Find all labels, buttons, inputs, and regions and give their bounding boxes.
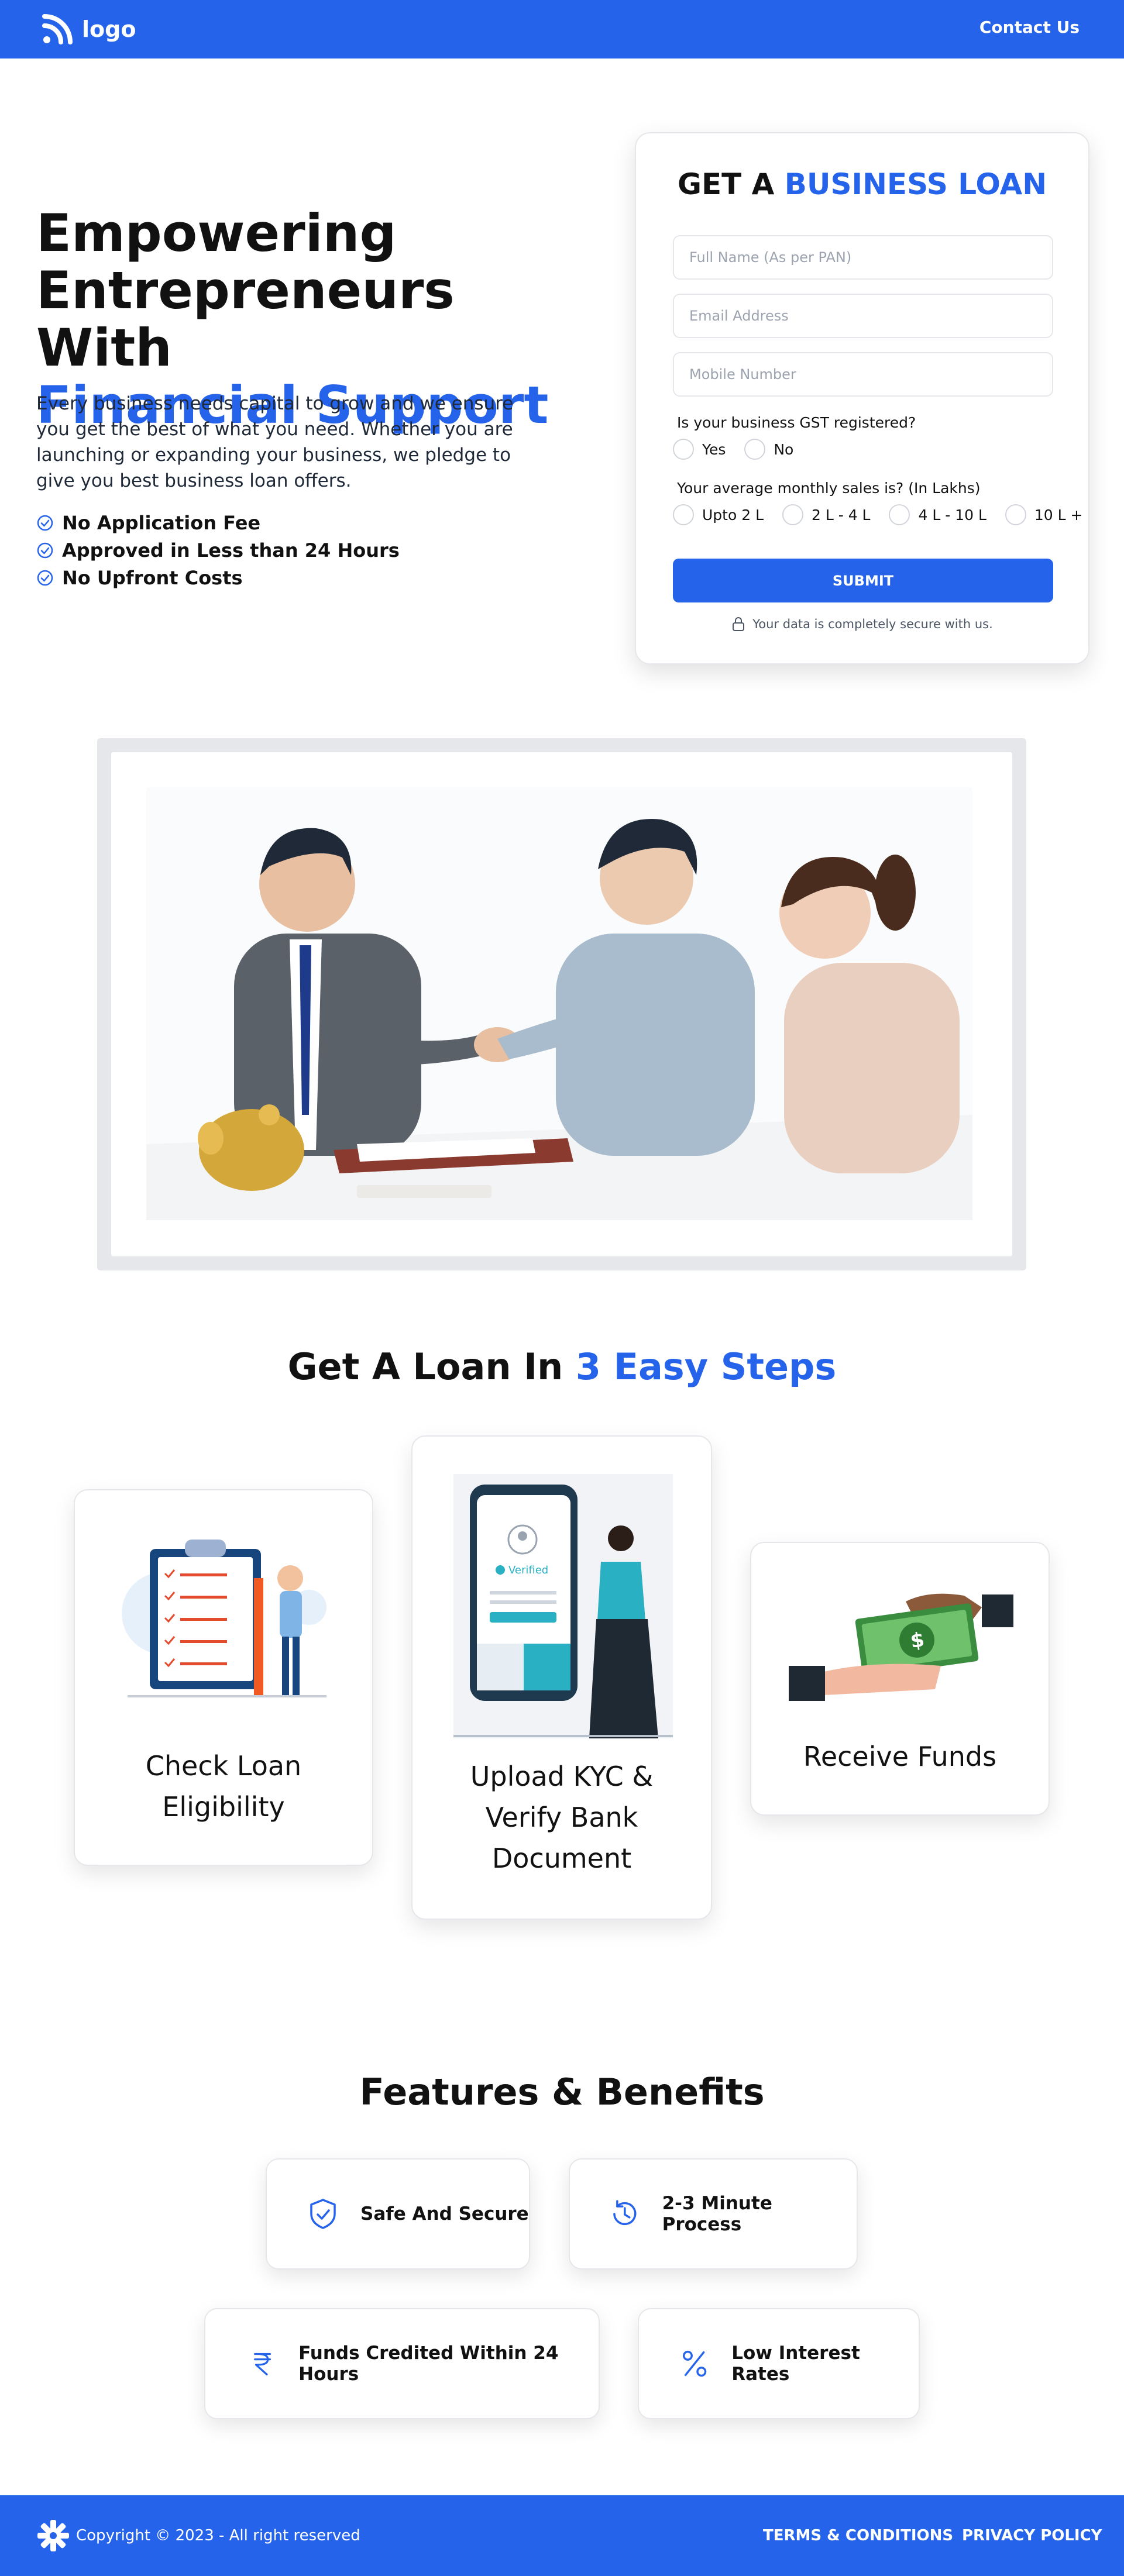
lock-icon bbox=[733, 617, 745, 631]
copyright-text: Copyright © 2023 - All right reserved bbox=[76, 2527, 360, 2544]
bullet-text: No Application Fee bbox=[62, 511, 261, 534]
radio-circle[interactable] bbox=[782, 504, 803, 525]
radio-label: No bbox=[774, 440, 794, 458]
feature-label: Low Interest Rates bbox=[731, 2343, 860, 2385]
verified-badge: Verified bbox=[508, 1564, 548, 1576]
submit-button[interactable]: SUBMIT bbox=[673, 559, 1053, 602]
contact-us-link[interactable]: Contact Us bbox=[979, 18, 1080, 37]
radio-circle[interactable] bbox=[889, 504, 910, 525]
feature-label: Funds Credited Within 24 Hours bbox=[298, 2343, 559, 2385]
step-card-receive-funds: $ Receive Funds bbox=[750, 1542, 1050, 1816]
bullet-item: No Upfront Costs bbox=[36, 564, 400, 591]
secure-note-text: Your data is completely secure with us. bbox=[752, 617, 993, 631]
hero-photo-frame bbox=[97, 738, 1026, 1270]
feature-card-safe-secure: Safe And Secure bbox=[266, 2158, 530, 2270]
sales-question: Your average monthly sales is? (In Lakhs… bbox=[677, 480, 981, 497]
bullet-text: Approved in Less than 24 Hours bbox=[62, 539, 400, 562]
radio-circle[interactable] bbox=[673, 504, 694, 525]
bullet-item: No Application Fee bbox=[36, 509, 400, 536]
mobile-input[interactable] bbox=[673, 352, 1053, 397]
step-label: Upload KYC & Verify Bank Document bbox=[413, 1756, 711, 1879]
steps-title-prefix: Get A Loan In bbox=[287, 1345, 563, 1388]
gst-radio-group: Yes No bbox=[673, 439, 812, 460]
feature-label: Safe And Secure bbox=[360, 2203, 529, 2224]
logo-icon bbox=[42, 14, 73, 44]
bullet-item: Approved in Less than 24 Hours bbox=[36, 536, 400, 564]
radio-circle[interactable] bbox=[1005, 504, 1026, 525]
loan-application-form: GET A BUSINESS LOAN Is your business GST… bbox=[635, 132, 1089, 664]
feature-card-quick-process: 2-3 Minute Process bbox=[569, 2158, 858, 2270]
radio-label: 10 L + bbox=[1034, 506, 1083, 524]
clock-history-icon bbox=[613, 2200, 637, 2226]
gst-radio-no[interactable]: No bbox=[744, 439, 793, 460]
percent-icon bbox=[682, 2350, 707, 2377]
footer: Copyright © 2023 - All right reserved TE… bbox=[0, 2495, 1124, 2576]
check-circle-icon bbox=[37, 515, 53, 531]
form-title-prefix: GET A bbox=[677, 167, 775, 201]
sales-radio-4l-10l[interactable]: 4 L - 10 L bbox=[889, 504, 986, 525]
feature-label: 2-3 Minute Process bbox=[662, 2193, 772, 2235]
radio-label: Upto 2 L bbox=[702, 506, 764, 524]
gst-radio-yes[interactable]: Yes bbox=[673, 439, 726, 460]
radio-circle[interactable] bbox=[673, 439, 694, 460]
radio-circle[interactable] bbox=[744, 439, 766, 460]
step-label-line2: Eligibility bbox=[162, 1791, 285, 1823]
sales-radio-10l-plus[interactable]: 10 L + bbox=[1005, 504, 1083, 525]
radio-label: Yes bbox=[702, 440, 726, 458]
logo-text: logo bbox=[82, 16, 136, 42]
sales-radio-2l-4l[interactable]: 2 L - 4 L bbox=[782, 504, 870, 525]
bullet-text: No Upfront Costs bbox=[62, 566, 243, 589]
form-title: GET A BUSINESS LOAN bbox=[636, 167, 1088, 201]
step-label-line1: Upload KYC & bbox=[470, 1761, 654, 1792]
top-nav-bar: logo Contact Us bbox=[0, 0, 1124, 58]
full-name-input[interactable] bbox=[673, 235, 1053, 280]
hero-title-line2: Entrepreneurs With bbox=[36, 260, 455, 378]
terms-link[interactable]: TERMS & CONDITIONS bbox=[763, 2527, 953, 2544]
step-label: Check Loan Eligibility bbox=[75, 1745, 372, 1827]
money-handoff-icon: $ bbox=[789, 1593, 1013, 1701]
feature-card-low-interest: Low Interest Rates bbox=[638, 2308, 920, 2419]
footer-logo-icon bbox=[37, 2520, 69, 2551]
hero-photo-inner bbox=[111, 752, 1012, 1256]
sales-radio-group: Upto 2 L 2 L - 4 L 4 L - 10 L 10 L + bbox=[673, 504, 1082, 525]
step-label-line1: Check Loan bbox=[145, 1750, 302, 1782]
shield-check-icon bbox=[310, 2199, 336, 2229]
steps-title-highlight: 3 Easy Steps bbox=[575, 1345, 837, 1388]
secure-note: Your data is completely secure with us. bbox=[636, 617, 1088, 632]
step-card-upload-kyc: Verified Upload KYC & Verify Bank Docume… bbox=[411, 1435, 712, 1920]
hero-bullet-list: No Application Fee Approved in Less than… bbox=[36, 509, 400, 591]
rupee-icon bbox=[254, 2353, 271, 2375]
feature-card-funds-credited: Funds Credited Within 24 Hours bbox=[204, 2308, 600, 2419]
sales-radio-upto-2l[interactable]: Upto 2 L bbox=[673, 504, 764, 525]
check-circle-icon bbox=[37, 542, 53, 558]
email-input[interactable] bbox=[673, 294, 1053, 338]
business-handshake-photo bbox=[146, 787, 972, 1220]
radio-label: 4 L - 10 L bbox=[918, 506, 986, 524]
kyc-phone-icon: Verified bbox=[453, 1474, 673, 1738]
step-label-line3: Document bbox=[491, 1843, 632, 1874]
step-label: Receive Funds bbox=[803, 1741, 997, 1772]
logo[interactable]: logo bbox=[41, 13, 136, 46]
gst-question: Is your business GST registered? bbox=[677, 414, 916, 431]
checklist-icon bbox=[122, 1540, 326, 1697]
steps-section-title: Get A Loan In 3 Easy Steps bbox=[0, 1345, 1124, 1388]
features-section-title: Features & Benefits bbox=[359, 2071, 765, 2113]
hero-description: Every business needs capital to grow and… bbox=[36, 393, 514, 491]
radio-label: 2 L - 4 L bbox=[812, 506, 871, 524]
hero-title-line1: Empowering bbox=[36, 203, 397, 263]
privacy-link[interactable]: PRIVACY POLICY bbox=[962, 2527, 1102, 2544]
step-card-check-eligibility: Check Loan Eligibility bbox=[74, 1489, 373, 1866]
check-circle-icon bbox=[37, 570, 53, 586]
form-title-highlight: BUSINESS LOAN bbox=[784, 167, 1047, 201]
step-label-line2: Verify Bank bbox=[485, 1802, 638, 1833]
